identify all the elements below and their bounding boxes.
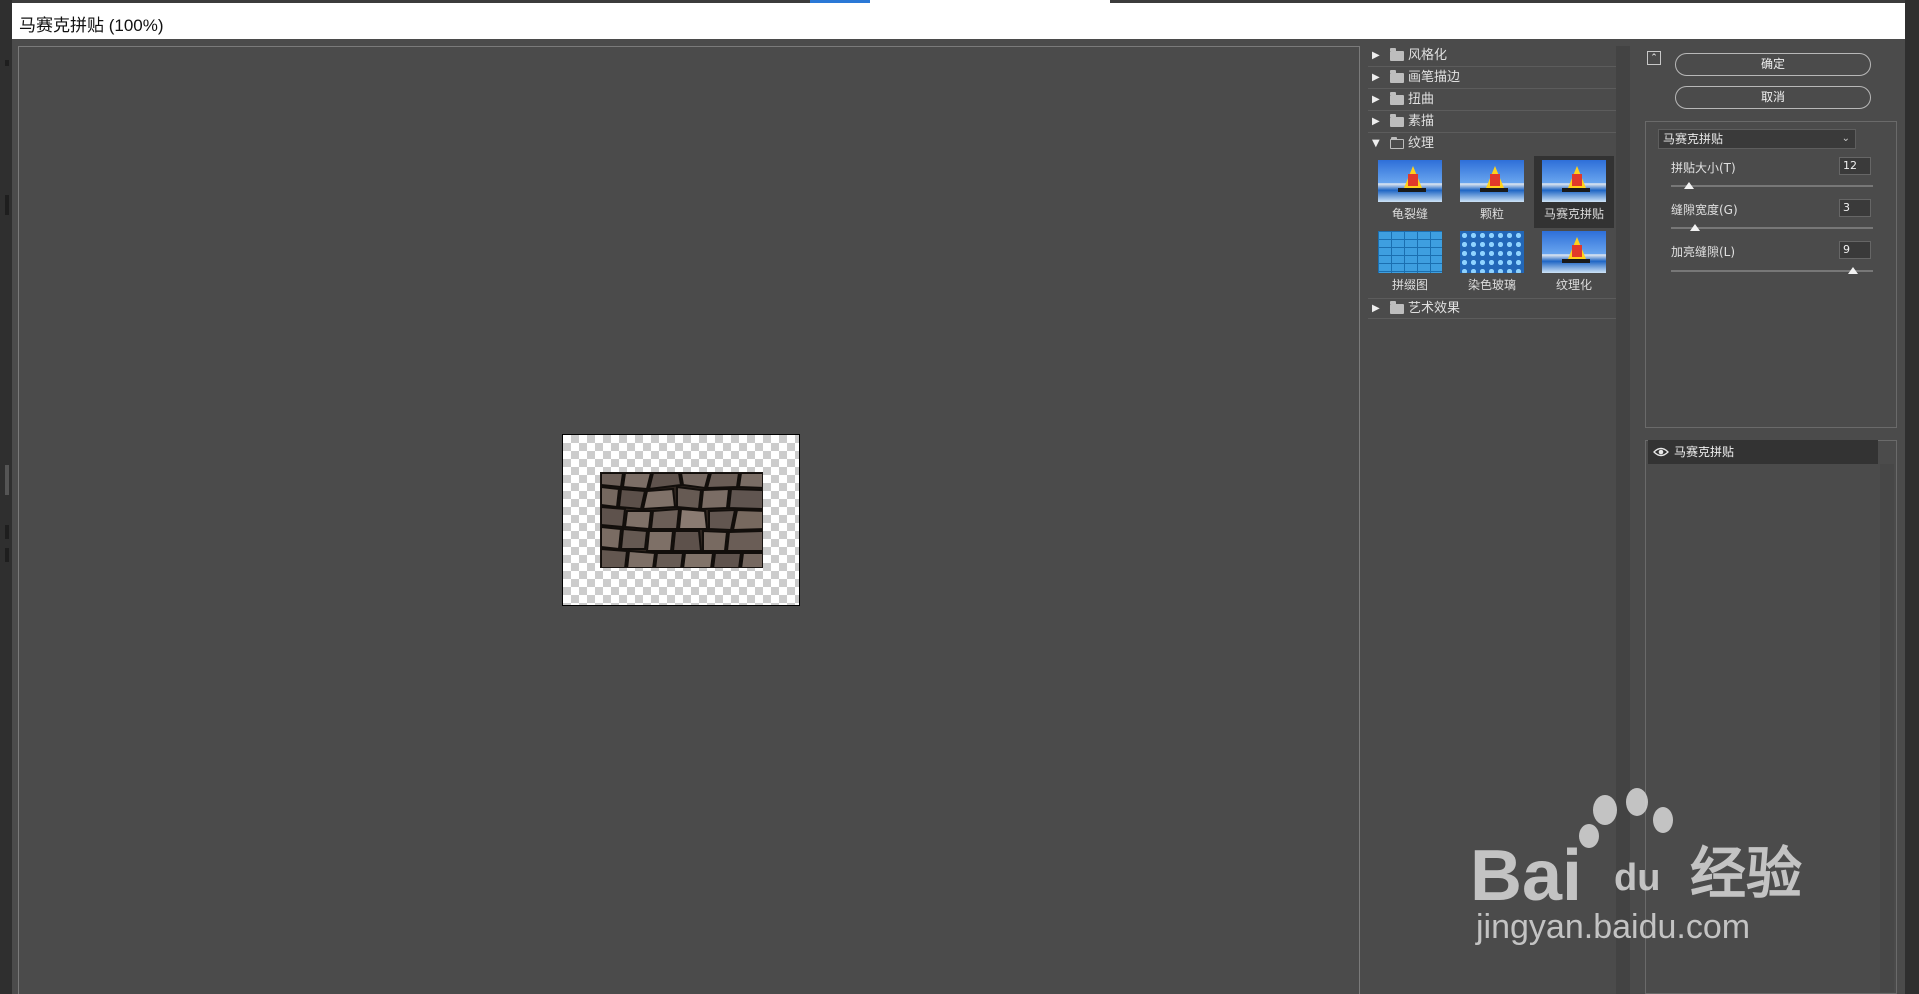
toolbar-mark: [5, 548, 9, 562]
filter-preview-image: [1542, 231, 1606, 273]
folder-icon: [1390, 48, 1404, 61]
filter-thumb-grain[interactable]: 颗粒: [1452, 156, 1532, 228]
category-sketch[interactable]: ▶ 素描: [1368, 112, 1616, 133]
filter-label: 拼缀图: [1391, 278, 1428, 292]
effect-layer-row[interactable]: 马赛克拼贴: [1648, 440, 1878, 464]
tile-size-slider-thumb[interactable]: [1684, 182, 1695, 189]
filter-preview-image: [1542, 160, 1606, 202]
filter-preview-image: [1460, 160, 1524, 202]
effect-layer-label: 马赛克拼贴: [1674, 445, 1735, 459]
expand-arrow-icon[interactable]: ▶: [1372, 112, 1386, 132]
watermark-suffix: 经验: [1690, 842, 1802, 905]
ok-button[interactable]: 确定: [1675, 53, 1871, 76]
filter-thumb-stained-glass[interactable]: 染色玻璃: [1452, 227, 1532, 299]
param-label-grout-width: 缝隙宽度(G): [1671, 203, 1738, 217]
folder-icon: [1390, 70, 1404, 83]
layers-scrollbar[interactable]: [1880, 464, 1894, 992]
lighten-grout-slider-track[interactable]: [1671, 270, 1873, 272]
paw-logo-icon: [1579, 788, 1673, 848]
filter-label: 染色玻璃: [1467, 278, 1516, 292]
chevron-down-icon: ⌄: [1841, 133, 1850, 144]
mosaic-tiles: [601, 473, 762, 567]
filter-label: 纹理化: [1555, 278, 1592, 292]
expand-arrow-icon[interactable]: ▶: [1372, 46, 1386, 66]
folder-icon: [1390, 114, 1404, 127]
preview-canvas[interactable]: [562, 434, 800, 606]
filter-thumb-mosaic-tiles[interactable]: 马赛克拼贴: [1534, 156, 1614, 228]
eye-icon[interactable]: [1653, 444, 1669, 460]
lighten-grout-slider-thumb[interactable]: [1847, 267, 1858, 274]
category-label: 画笔描边: [1408, 70, 1461, 85]
category-distort[interactable]: ▶ 扭曲: [1368, 90, 1616, 111]
category-brush-strokes[interactable]: ▶ 画笔描边: [1368, 68, 1616, 89]
tile-size-input[interactable]: 12: [1839, 157, 1871, 175]
tile-size-slider-track[interactable]: [1671, 185, 1873, 187]
param-label-lighten-grout: 加亮缝隙(L): [1671, 245, 1736, 259]
category-artistic[interactable]: ▶ 艺术效果: [1368, 298, 1616, 319]
category-label: 素描: [1408, 114, 1435, 129]
category-stylize[interactable]: ▶ 风格化: [1368, 46, 1616, 67]
preview-area[interactable]: [18, 46, 1360, 994]
window-title: 马赛克拼贴 (100%): [19, 16, 164, 35]
param-label-tile-size: 拼贴大小(T): [1671, 161, 1736, 175]
grout-width-slider-thumb[interactable]: [1690, 224, 1701, 231]
toolbar-mark: [5, 60, 9, 66]
filter-thumb-texturizer[interactable]: 纹理化: [1534, 227, 1614, 299]
filter-select-dropdown[interactable]: 马赛克拼贴 ⌄: [1658, 129, 1856, 149]
filter-label: 马赛克拼贴: [1543, 207, 1604, 221]
folder-open-icon: [1390, 137, 1404, 149]
category-label: 艺术效果: [1408, 301, 1461, 316]
lighten-grout-input[interactable]: 9: [1839, 241, 1871, 259]
folder-icon: [1390, 301, 1404, 314]
category-label: 纹理: [1408, 136, 1435, 151]
folder-icon: [1390, 92, 1404, 105]
grout-width-input[interactable]: 3: [1839, 199, 1871, 217]
watermark-brand: Bai: [1470, 836, 1583, 916]
watermark-brand-du: du: [1614, 857, 1661, 899]
filter-label: 颗粒: [1479, 207, 1504, 221]
filter-select-value: 马赛克拼贴: [1663, 132, 1724, 146]
expand-arrow-icon[interactable]: ▶: [1372, 299, 1386, 319]
filter-thumb-patchwork[interactable]: 拼缀图: [1370, 227, 1450, 299]
expand-arrow-icon[interactable]: ▶: [1372, 68, 1386, 88]
outer-right-edge: [1905, 0, 1919, 994]
category-texture[interactable]: ▼ 纹理: [1368, 134, 1616, 155]
toolbar-mark: [5, 525, 9, 539]
baidu-jingyan-watermark: Bai du 经验 jingyan.baidu.com: [1470, 786, 1850, 946]
filter-preview-image: [1460, 231, 1524, 273]
cancel-button[interactable]: 取消: [1675, 86, 1871, 109]
window-titlebar: 马赛克拼贴 (100%): [12, 3, 1905, 39]
toolbar-mark: [5, 465, 9, 495]
mosaic-texture-preview: [600, 472, 763, 568]
filter-thumb-craquelure[interactable]: 龟裂缝: [1370, 156, 1450, 228]
grout-width-slider-track[interactable]: [1671, 227, 1873, 229]
watermark-url: jingyan.baidu.com: [1476, 908, 1751, 946]
filter-preview-image: [1378, 160, 1442, 202]
collapse-gallery-button[interactable]: ⌃: [1647, 51, 1661, 65]
outer-left-toolbar: [0, 0, 12, 994]
filter-label: 龟裂缝: [1391, 207, 1428, 221]
expand-arrow-icon[interactable]: ▶: [1372, 90, 1386, 110]
category-label: 风格化: [1408, 48, 1448, 63]
toolbar-mark: [5, 195, 9, 215]
filter-preview-image: [1378, 231, 1442, 273]
collapse-arrow-icon[interactable]: ▼: [1372, 134, 1386, 154]
category-label: 扭曲: [1408, 92, 1435, 107]
